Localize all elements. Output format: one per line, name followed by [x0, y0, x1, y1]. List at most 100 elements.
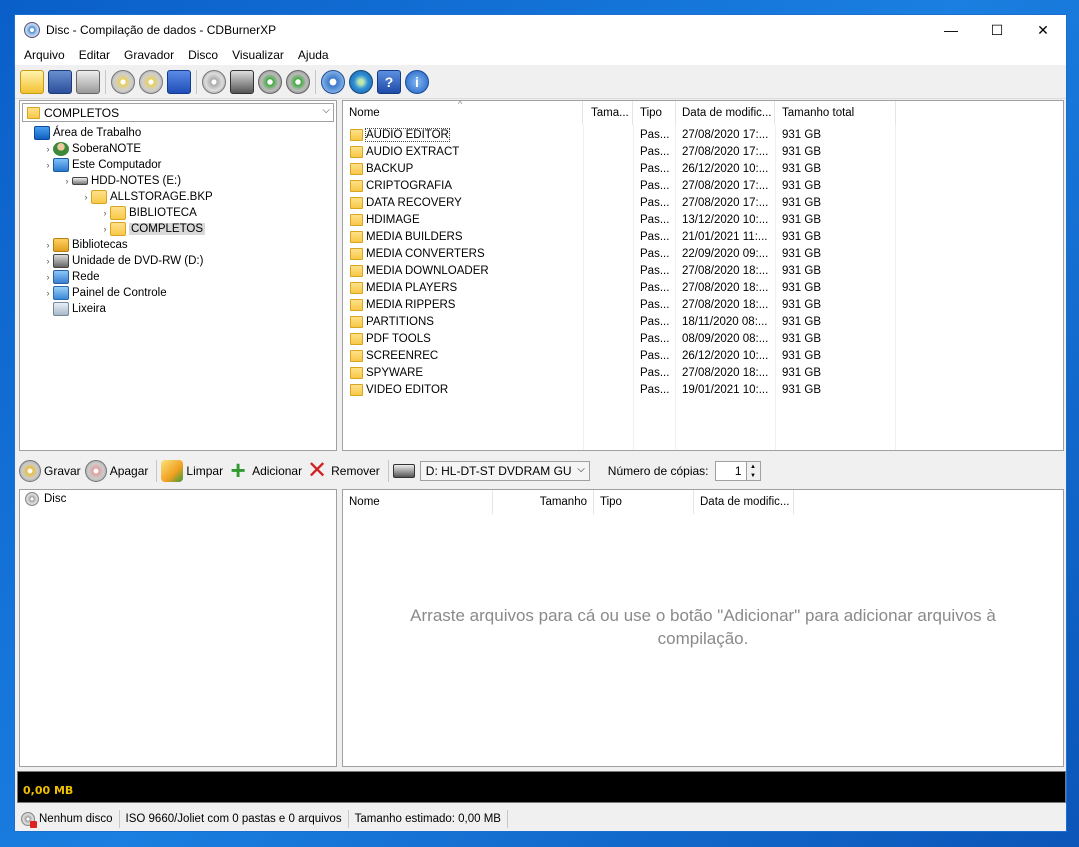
remove-button[interactable]: ✕ Remover	[306, 459, 380, 483]
copies-stepper[interactable]: 1 ▲ ▼	[714, 461, 761, 481]
menu-editar[interactable]: Editar	[72, 48, 117, 62]
file-row[interactable]: MEDIA PLAYERS Pas... 27/08/2020 18:... 931 …	[343, 280, 1063, 297]
expand-chevron-icon[interactable]: ›	[100, 224, 110, 234]
stepper-down-icon[interactable]: ▼	[750, 473, 756, 479]
chevron-down-icon[interactable]: ⌵	[577, 464, 585, 475]
file-row[interactable]: MEDIA BUILDERS Pas... 21/01/2021 11:... 931…	[343, 229, 1063, 246]
erase-disc-icon[interactable]	[111, 69, 135, 94]
col-header-total[interactable]: Tamanho total	[776, 101, 896, 125]
file-row[interactable]: PARTITIONS Pas... 18/11/2020 08:... 931 GB	[343, 314, 1063, 331]
tree-item[interactable]: › ALLSTORAGE.BKP	[20, 189, 336, 205]
tree-item[interactable]: › Painel de Controle	[20, 285, 336, 301]
expand-chevron-icon[interactable]: ›	[43, 272, 53, 282]
print-icon[interactable]	[76, 69, 100, 94]
file-total: 931 GB	[782, 333, 821, 345]
drive-icon	[392, 464, 415, 478]
menu-arquivo[interactable]: Arquivo	[17, 48, 72, 62]
tree-item[interactable]: › BIBLIOTECA	[20, 205, 336, 221]
file-row[interactable]: MEDIA RIPPERS Pas... 27/08/2020 18:... 931 …	[343, 297, 1063, 314]
file-row[interactable]: MEDIA CONVERTERS Pas... 22/09/2020 09:... 9…	[343, 246, 1063, 263]
minimize-button[interactable]: —	[928, 15, 974, 45]
file-row[interactable]: PDF TOOLS Pas... 08/09/2020 08:... 931 GB	[343, 331, 1063, 348]
file-date: 18/11/2020 08:...	[682, 316, 768, 328]
file-row[interactable]: SCREENREC Pas... 26/12/2020 10:... 931 GB	[343, 348, 1063, 365]
drive-select[interactable]: D: HL-DT-ST DVDRAM GUE1N ⌵	[419, 461, 590, 481]
tree-item[interactable]: › Rede	[20, 269, 336, 285]
tree-item[interactable]: › HDD-NOTES (E:)	[20, 173, 336, 189]
tree-item[interactable]: Área de Trabalho	[20, 125, 336, 141]
expand-chevron-icon[interactable]: ›	[43, 240, 53, 250]
file-row[interactable]: HDIMAGE Pas... 13/12/2020 10:... 931 GB	[343, 212, 1063, 229]
file-row[interactable]: SPYWARE Pas... 27/08/2020 18:... 931 GB	[343, 365, 1063, 382]
file-type: Pas...	[640, 265, 670, 277]
comp-col-header-name[interactable]: Nome	[343, 490, 493, 514]
file-type: Pas...	[640, 282, 670, 294]
col-header-name[interactable]: Nome ^	[343, 101, 583, 125]
expand-chevron-icon[interactable]: ›	[43, 288, 53, 298]
tree-item[interactable]: › Unidade de DVD-RW (D:)	[20, 253, 336, 269]
copies-value[interactable]: 1	[735, 464, 742, 478]
file-row[interactable]: VIDEO EDITOR Pas... 19/01/2021 10:... 931 G…	[343, 382, 1063, 399]
col-header-type[interactable]: Tipo	[634, 101, 676, 125]
file-name: MEDIA CONVERTERS	[366, 248, 485, 260]
load-icon[interactable]	[286, 69, 310, 94]
disc-tree-root[interactable]: Disc	[25, 492, 66, 506]
drive-info-icon[interactable]	[230, 69, 254, 94]
file-row[interactable]: CRIPTOGRAFIA Pas... 27/08/2020 17:... 931 G…	[343, 178, 1063, 195]
menu-disco[interactable]: Disco	[181, 48, 225, 62]
save-icon[interactable]	[48, 69, 72, 94]
disc-info-icon[interactable]	[202, 69, 226, 94]
expand-chevron-icon[interactable]: ›	[100, 208, 110, 218]
folder-combo[interactable]: COMPLETOS ⌵	[22, 103, 334, 122]
app-window: Disc - Compilação de dados - CDBurnerXP …	[14, 14, 1067, 832]
expand-chevron-icon[interactable]: ›	[43, 256, 53, 266]
chevron-down-icon[interactable]: ⌵	[322, 105, 330, 116]
menu-visualizar[interactable]: Visualizar	[225, 48, 291, 62]
file-row[interactable]: MEDIA DOWNLOADER Pas... 27/08/2020 18:... 9…	[343, 263, 1063, 280]
file-name: MEDIA RIPPERS	[366, 299, 456, 311]
col-header-date[interactable]: Data de modific...	[676, 101, 775, 125]
erase-label: Apagar	[109, 464, 149, 478]
menu-gravador[interactable]: Gravador	[117, 48, 181, 62]
tree-item[interactable]: › SoberaNOTE	[20, 141, 336, 157]
help-icon[interactable]: ?	[377, 69, 401, 94]
clean-button[interactable]: Limpar	[161, 460, 223, 482]
expand-chevron-icon[interactable]: ›	[81, 192, 91, 202]
info-icon[interactable]: i	[405, 69, 429, 94]
col-header-name-label: Nome	[349, 107, 380, 119]
blue-disc-icon[interactable]	[167, 69, 191, 94]
close-button[interactable]: ✕	[1020, 15, 1066, 45]
comp-col-header-size[interactable]: Tamanho	[494, 490, 594, 514]
new-compilation-icon[interactable]	[20, 69, 44, 94]
file-row[interactable]: BACKUP Pas... 26/12/2020 10:... 931 GB	[343, 161, 1063, 178]
file-row[interactable]: DATA RECOVERY Pas... 27/08/2020 17:... 931 …	[343, 195, 1063, 212]
stepper-buttons[interactable]: ▲ ▼	[745, 462, 760, 480]
comp-col-header-type[interactable]: Tipo	[594, 490, 694, 514]
col-header-size[interactable]: Tama...	[585, 101, 633, 125]
tree-item[interactable]: Lixeira	[20, 301, 336, 317]
eject-icon[interactable]	[258, 69, 282, 94]
stepper-up-icon[interactable]: ▲	[750, 464, 756, 470]
comp-col-header-date[interactable]: Data de modific...	[694, 490, 794, 514]
erase-button[interactable]: Apagar	[84, 460, 149, 482]
file-row[interactable]: AUDIO EXTRACT Pas... 27/08/2020 17:... 931 …	[343, 144, 1063, 161]
gear-icon[interactable]	[321, 69, 345, 94]
tree-item[interactable]: › Bibliotecas	[20, 237, 336, 253]
expand-chevron-icon[interactable]: ›	[43, 160, 53, 170]
file-row[interactable]: AUDIO EDITOR Pas... 27/08/2020 17:... 931 G…	[343, 127, 1063, 144]
burn-button[interactable]: Gravar	[19, 460, 81, 482]
compilation-list-pane[interactable]: Nome Tamanho Tipo Data de modific... Arr…	[342, 489, 1064, 767]
tree-item[interactable]: › COMPLETOS	[20, 221, 336, 237]
title-bar[interactable]: Disc - Compilação de dados - CDBurnerXP …	[15, 15, 1066, 45]
web-update-icon[interactable]	[349, 69, 373, 94]
folder-icon	[350, 129, 363, 141]
menu-ajuda[interactable]: Ajuda	[291, 48, 336, 62]
verify-disc-icon[interactable]	[139, 69, 163, 94]
tree-item[interactable]: › Este Computador	[20, 157, 336, 173]
expand-chevron-icon[interactable]: ›	[43, 144, 53, 154]
burn-disc-icon	[19, 460, 41, 482]
add-button[interactable]: + Adicionar	[227, 457, 302, 483]
maximize-button[interactable]: ☐	[974, 15, 1020, 45]
expand-chevron-icon[interactable]: ›	[62, 176, 72, 186]
clean-label: Limpar	[186, 464, 224, 478]
